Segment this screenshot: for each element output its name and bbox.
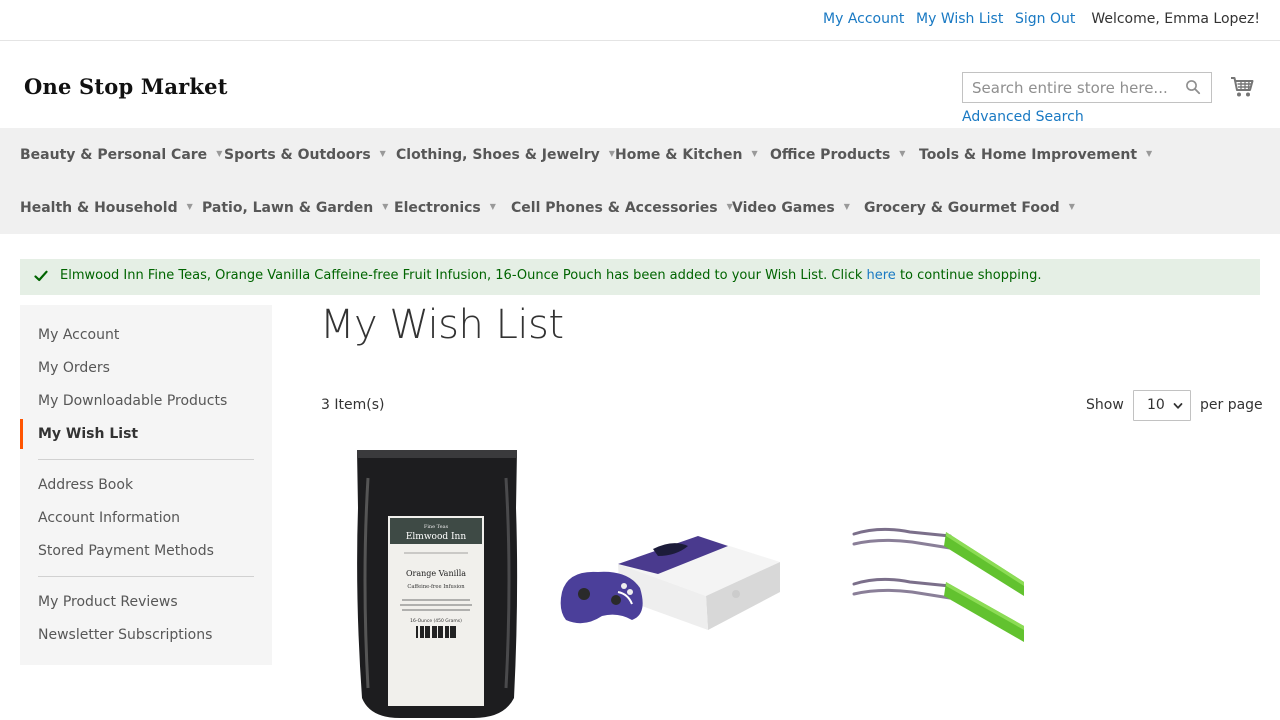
tea-pouch-image[interactable]: Fine Teas Elmwood Inn Orange Vanilla Caf… bbox=[354, 448, 520, 720]
search-form bbox=[962, 72, 1212, 103]
chevron-down-icon: ▼ bbox=[608, 149, 615, 158]
chevron-down-icon: ▼ bbox=[216, 149, 223, 158]
limiter-label-show: Show bbox=[1086, 397, 1124, 413]
header-link-my-account[interactable]: My Account bbox=[823, 11, 904, 27]
nav-patio-lawn-garden[interactable]: Patio, Lawn & Garden ▼ bbox=[202, 198, 388, 218]
nav-health-household[interactable]: Health & Household ▼ bbox=[20, 198, 193, 218]
search-input[interactable] bbox=[963, 73, 1183, 102]
sidebar-item-my-wish-list: My Wish List bbox=[38, 426, 139, 442]
chevron-down-icon: ▼ bbox=[899, 149, 906, 158]
per-page-value: 10 bbox=[1147, 397, 1165, 413]
chevron-down-icon: ▼ bbox=[1068, 202, 1075, 211]
sidebar-item-my-orders[interactable]: My Orders bbox=[38, 360, 110, 376]
nav-cell-phones-accessories[interactable]: Cell Phones & Accessories ▼ bbox=[511, 198, 733, 218]
sidebar-item-my-account[interactable]: My Account bbox=[38, 327, 119, 343]
nav-home-kitchen[interactable]: Home & Kitchen ▼ bbox=[615, 145, 758, 165]
continue-shopping-link[interactable]: here bbox=[867, 268, 896, 283]
current-item-indicator bbox=[20, 419, 23, 449]
category-navigation: Beauty & Personal Care ▼ Sports & Outdoor… bbox=[0, 128, 1280, 234]
search-icon[interactable] bbox=[1185, 79, 1201, 95]
sidebar-item-newsletter-subscriptions[interactable]: Newsletter Subscriptions bbox=[38, 627, 212, 643]
checkmark-icon bbox=[34, 270, 48, 282]
nav-beauty-personal-care[interactable]: Beauty & Personal Care ▼ bbox=[20, 145, 222, 165]
tea-subtitle: Caffeine-free Infusion bbox=[407, 584, 465, 590]
chevron-down-icon: ▼ bbox=[382, 202, 389, 211]
console-skin-image[interactable] bbox=[558, 534, 784, 634]
sidebar-item-stored-payment-methods[interactable]: Stored Payment Methods bbox=[38, 543, 214, 559]
nav-sports-outdoors[interactable]: Sports & Outdoors ▼ bbox=[224, 145, 386, 165]
nav-office-products[interactable]: Office Products ▼ bbox=[770, 145, 905, 165]
nav-grocery-gourmet-food[interactable]: Grocery & Gourmet Food ▼ bbox=[864, 198, 1075, 218]
chevron-down-icon: ▼ bbox=[186, 202, 193, 211]
nav-tools-home-improvement[interactable]: Tools & Home Improvement ▼ bbox=[919, 145, 1152, 165]
chevron-down-icon: ▼ bbox=[751, 149, 758, 158]
success-message: Elmwood Inn Fine Teas, Orange Vanilla Ca… bbox=[20, 259, 1260, 295]
sidebar-item-address-book[interactable]: Address Book bbox=[38, 477, 133, 493]
chevron-down-icon: ▼ bbox=[379, 149, 386, 158]
chevron-down-icon: ▼ bbox=[1146, 149, 1153, 158]
per-page-select[interactable]: 10 bbox=[1133, 390, 1191, 421]
tea-size: 16-Ounce (450 Grams) bbox=[410, 618, 462, 624]
page-title: My Wish List bbox=[320, 302, 564, 348]
header-link-sign-out[interactable]: Sign Out bbox=[1015, 11, 1075, 27]
sidebar-item-my-product-reviews[interactable]: My Product Reviews bbox=[38, 594, 178, 610]
item-count: 3 Item(s) bbox=[321, 397, 385, 413]
sidebar-item-account-information[interactable]: Account Information bbox=[38, 510, 180, 526]
message-text: Elmwood Inn Fine Teas, Orange Vanilla Ca… bbox=[60, 268, 1042, 283]
chevron-down-icon bbox=[1173, 403, 1183, 409]
welcome-message: Welcome, Emma Lopez! bbox=[1091, 11, 1260, 27]
tea-brand-top: Fine Teas bbox=[424, 524, 449, 530]
sidebar-item-my-downloadable-products[interactable]: My Downloadable Products bbox=[38, 393, 227, 409]
header-link-my-wish-list[interactable]: My Wish List bbox=[916, 11, 1003, 27]
store-logo[interactable]: One Stop Market bbox=[24, 74, 228, 99]
top-header-bar: My Account My Wish List Sign Out Welcome… bbox=[0, 0, 1280, 41]
nav-video-games[interactable]: Video Games ▼ bbox=[732, 198, 850, 218]
nav-electronics[interactable]: Electronics ▼ bbox=[394, 198, 496, 218]
shopping-cart-icon[interactable] bbox=[1230, 75, 1254, 99]
chevron-down-icon: ▼ bbox=[843, 202, 850, 211]
chevron-down-icon: ▼ bbox=[489, 202, 496, 211]
advanced-search-link[interactable]: Advanced Search bbox=[962, 109, 1084, 125]
tea-brand: Elmwood Inn bbox=[406, 532, 466, 542]
sidebar-divider bbox=[38, 459, 254, 460]
account-sidebar: My Account My Orders My Downloadable Pro… bbox=[20, 305, 272, 665]
tweezers-image[interactable] bbox=[850, 526, 1026, 644]
nav-clothing-shoes-jewelry[interactable]: Clothing, Shoes & Jewelry ▼ bbox=[396, 145, 615, 165]
limiter-label-per-page: per page bbox=[1200, 397, 1263, 413]
tea-flavor: Orange Vanilla bbox=[406, 569, 466, 578]
sidebar-divider bbox=[38, 576, 254, 577]
